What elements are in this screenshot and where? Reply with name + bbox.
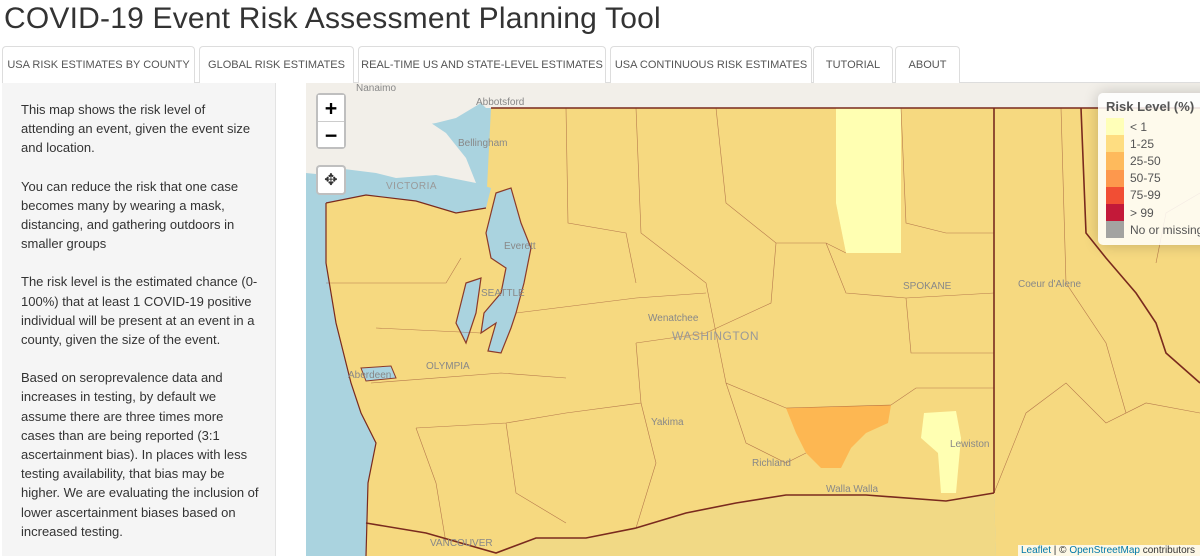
place-label-nanaimo: Nanaimo (356, 83, 397, 94)
place-label-spokane: SPOKANE (903, 281, 952, 292)
place-label-vancouver: VANCOUVER (430, 538, 493, 549)
pan-control-button[interactable]: ✥ (316, 165, 346, 195)
risk-map[interactable]: Nanaimo Abbotsford Bellingham VICTORIA E… (306, 83, 1200, 556)
tab-realtime-us-state[interactable]: REAL-TIME US AND STATE-LEVEL ESTIMATES (358, 46, 606, 83)
tab-usa-continuous[interactable]: USA CONTINUOUS RISK ESTIMATES (610, 46, 812, 83)
place-label-wenatchee: Wenatchee (648, 313, 699, 324)
legend-label: < 1 (1130, 119, 1148, 134)
legend-item: 50-75 (1106, 169, 1200, 187)
sidebar-panel: This map shows the risk level of attendi… (2, 83, 276, 556)
legend-item: < 1 (1106, 118, 1200, 136)
zoom-control: + − (316, 93, 346, 149)
legend-swatch (1106, 152, 1124, 170)
legend-swatch (1106, 169, 1124, 187)
legend-title: Risk Level (%) (1106, 99, 1195, 114)
legend-swatch (1106, 186, 1124, 204)
legend-item: > 99 (1106, 203, 1200, 222)
osm-link[interactable]: OpenStreetMap (1069, 545, 1140, 556)
place-label-lewiston: Lewiston (950, 439, 990, 450)
legend-label: 50-75 (1130, 171, 1161, 186)
sidebar-mask-text: You can reduce the risk that one case be… (21, 178, 239, 252)
map-attribution: Leaflet | © OpenStreetMap contributors (1018, 545, 1200, 556)
place-label-olympia: OLYMPIA (426, 361, 470, 372)
legend-item: No or missing data (1106, 221, 1200, 239)
place-label-walla-walla: Walla Walla (826, 484, 879, 495)
move-arrows-icon: ✥ (324, 172, 338, 189)
zoom-out-button[interactable]: − (318, 121, 344, 147)
place-label-aberdeen: Aberdeen (348, 370, 392, 381)
tab-bar: USA RISK ESTIMATES BY COUNTY GLOBAL RISK… (2, 46, 1200, 84)
tab-tutorial[interactable]: TUTORIAL (813, 46, 893, 83)
sidebar-risk-definition-text: The risk level is the estimated chance (… (21, 274, 258, 348)
place-label-abbotsford: Abbotsford (476, 97, 525, 108)
place-label-seattle: SEATTLE (481, 288, 525, 299)
map-canvas (306, 83, 1200, 556)
place-label-everett: Everett (504, 241, 536, 252)
zoom-in-button[interactable]: + (318, 95, 344, 121)
risk-legend: Risk Level (%) < 1 1-25 25-50 50-75 75-99 > 9… (1098, 93, 1200, 245)
place-label-bellingham: Bellingham (458, 138, 508, 149)
place-label-coeur-dalene: Coeur d'Alene (1018, 279, 1082, 290)
legend-swatch (1106, 135, 1124, 153)
place-label-victoria: VICTORIA (386, 181, 438, 192)
sidebar-intro-text: This map shows the risk level of attendi… (21, 102, 251, 156)
legend-swatch (1106, 203, 1124, 222)
tab-global-risk[interactable]: GLOBAL RISK ESTIMATES (199, 46, 354, 83)
ferry-county (836, 108, 901, 253)
legend-label: No or missing data (1130, 222, 1200, 237)
legend-label: 25-50 (1130, 153, 1161, 168)
place-label-washington: WASHINGTON (672, 329, 760, 343)
place-label-richland: Richland (752, 458, 791, 469)
legend-swatch (1106, 221, 1124, 239)
legend-item: 25-50 (1106, 152, 1200, 170)
legend-label: 75-99 (1130, 188, 1161, 203)
place-label-yakima: Yakima (651, 417, 684, 428)
sidebar-ascertainment-text: Based on seroprevalence data and increas… (21, 370, 259, 539)
page-title: COVID-19 Event Risk Assessment Planning … (4, 2, 661, 35)
leaflet-link[interactable]: Leaflet (1021, 545, 1051, 556)
legend-item: 1-25 (1106, 135, 1200, 153)
attribution-separator: | © (1051, 545, 1070, 556)
tab-usa-risk-by-county[interactable]: USA RISK ESTIMATES BY COUNTY (2, 46, 195, 84)
legend-item: 75-99 (1106, 186, 1200, 204)
legend-label: > 99 (1130, 205, 1154, 220)
legend-swatch (1106, 118, 1124, 136)
attribution-suffix: contributors (1139, 545, 1195, 556)
tab-about[interactable]: ABOUT (895, 46, 960, 83)
legend-label: 1-25 (1130, 136, 1155, 151)
